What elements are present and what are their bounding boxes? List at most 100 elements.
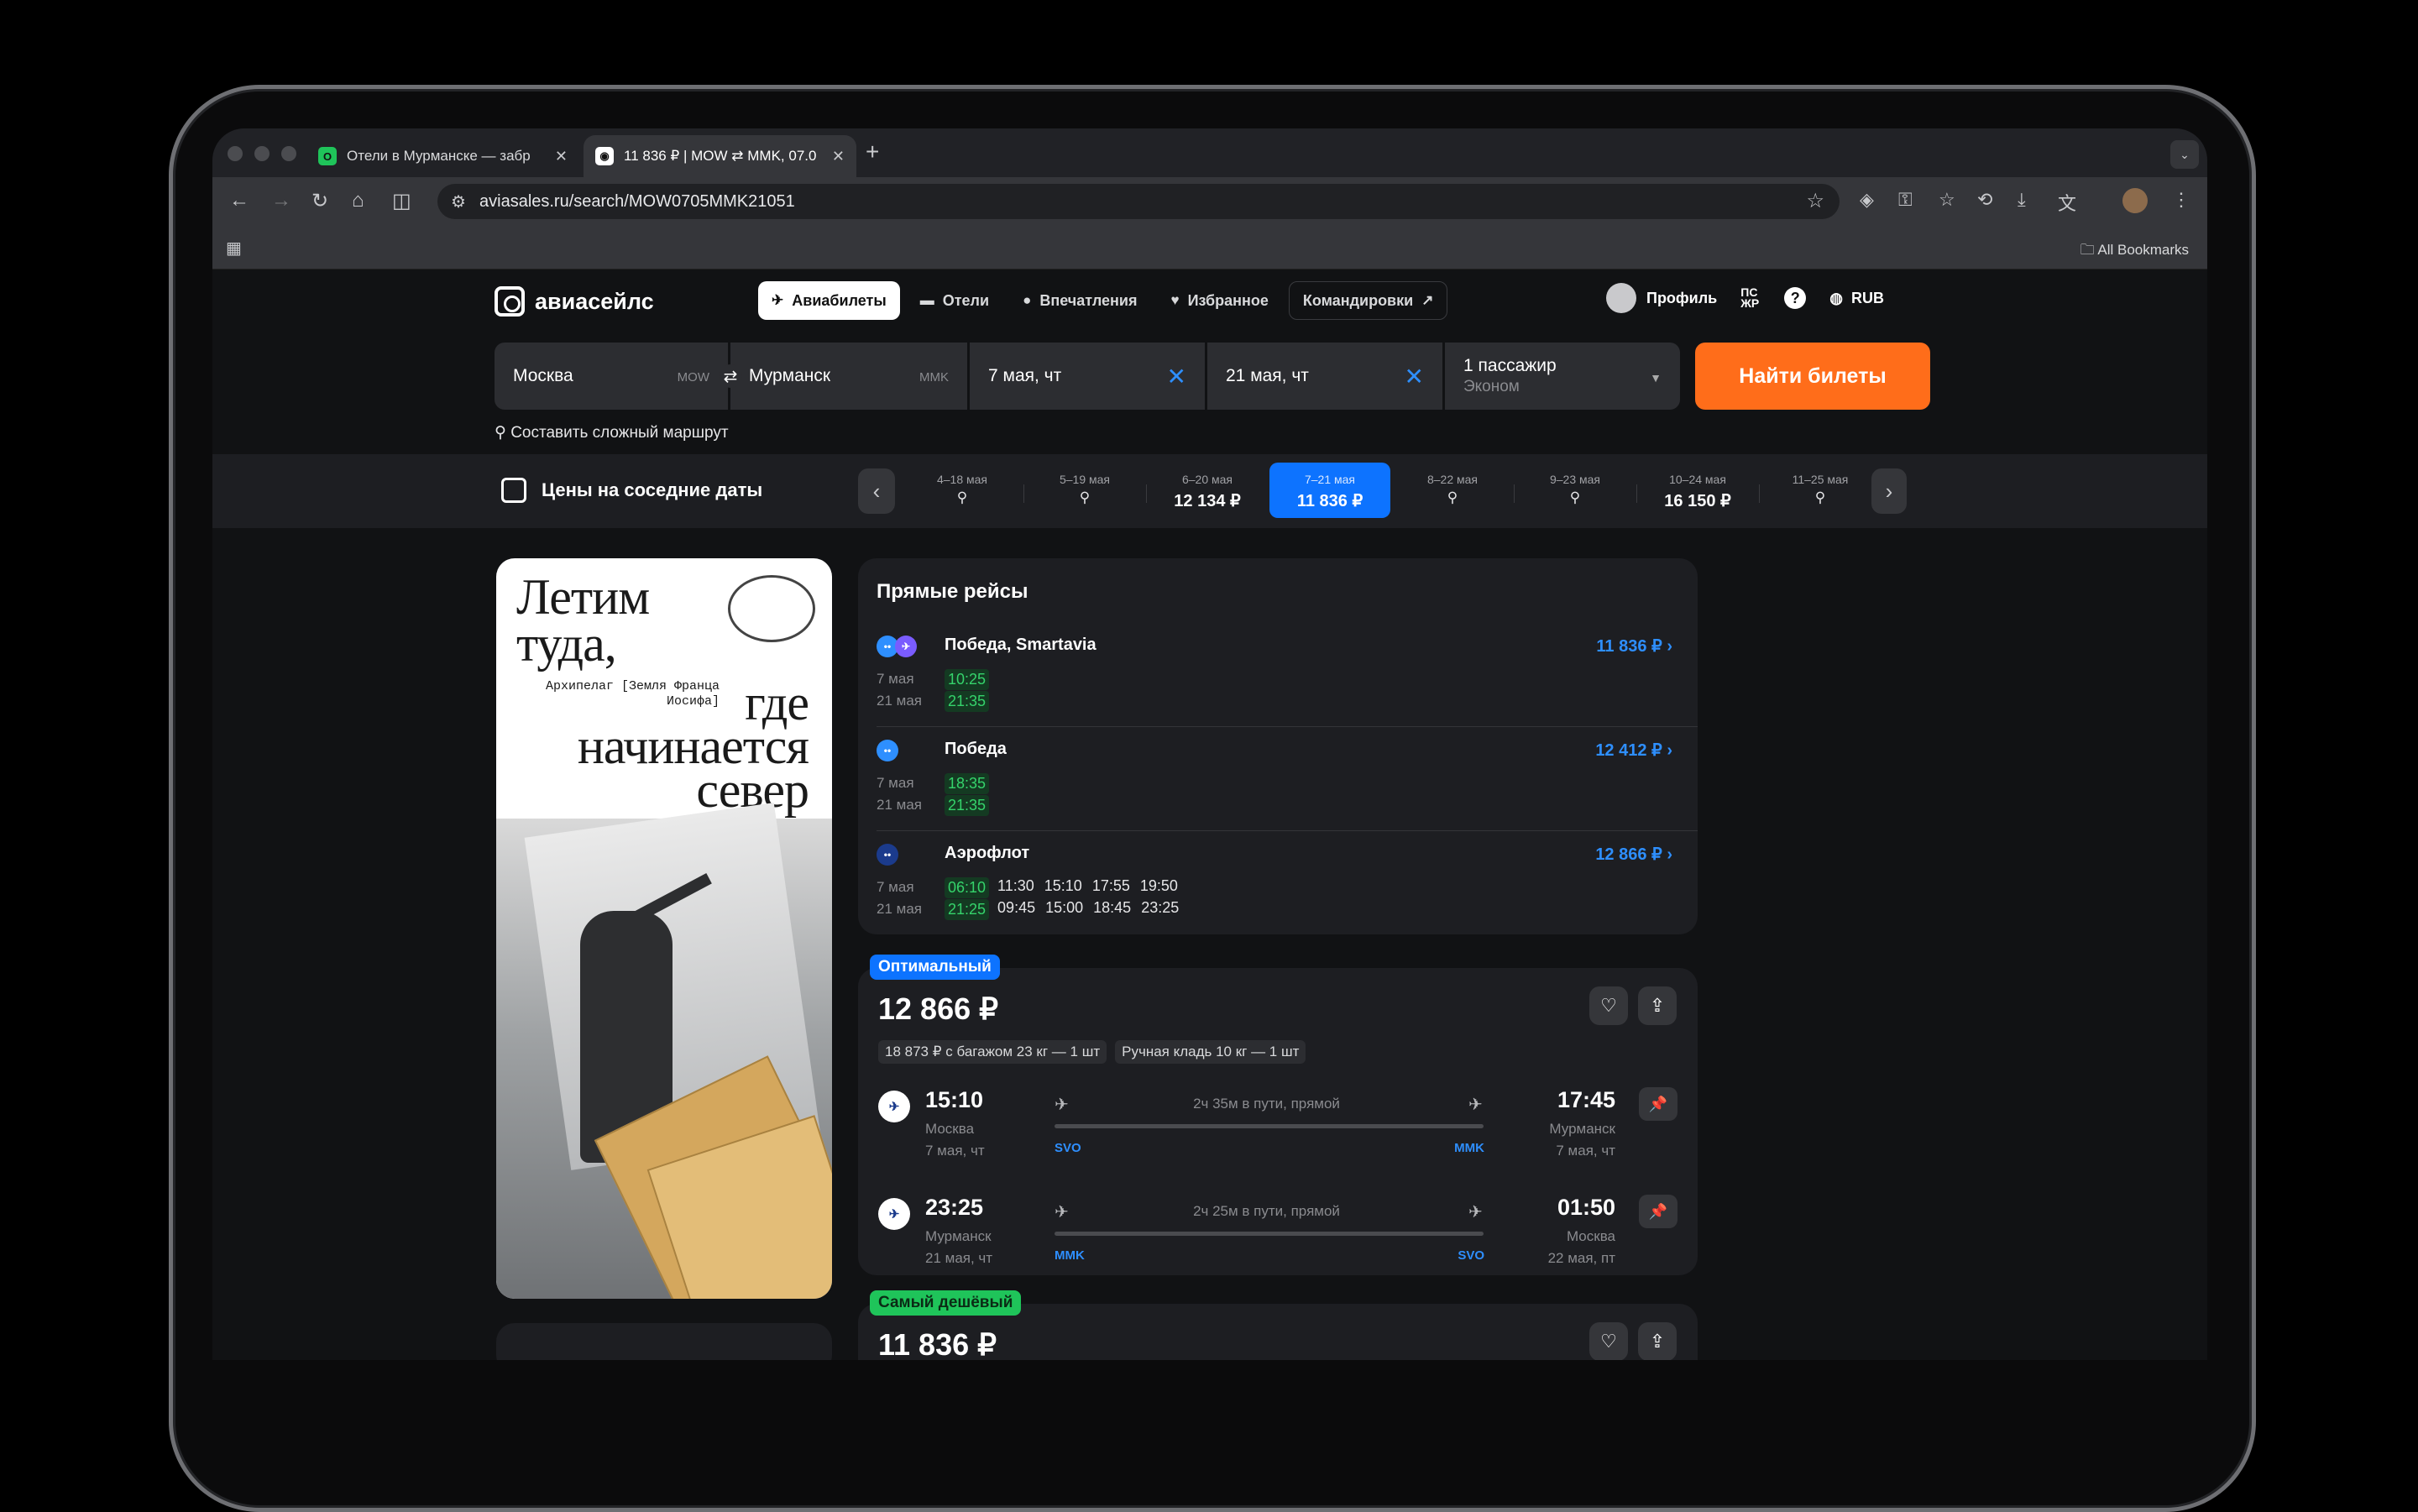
passengers-field[interactable]: 1 пассажир Эконом ▼ bbox=[1445, 343, 1680, 410]
browser-menu-icon[interactable]: ⋮ bbox=[2172, 189, 2190, 211]
bookmarks-icon[interactable]: ☆ bbox=[1939, 189, 1955, 211]
pin-icon[interactable]: 📌 bbox=[1639, 1087, 1677, 1121]
menu-flights[interactable]: ✈ Авиабилеты bbox=[758, 281, 900, 320]
date-option[interactable]: 4–18 мая ⚲ bbox=[902, 463, 1023, 518]
time-option[interactable]: 15:10 bbox=[1044, 877, 1082, 898]
translate-icon[interactable]: 文 bbox=[2058, 189, 2076, 216]
favorite-heart-icon[interactable]: ♡ bbox=[1589, 986, 1628, 1025]
promo-banner[interactable]: Летим туда, Архипелаг [Земля Франца Иоси… bbox=[496, 558, 832, 1299]
direct-price: 11 836 ₽ bbox=[1596, 637, 1662, 656]
browser-tab-flights[interactable]: ◉ 11 836 ₽ | MOW ⇄ MMK, 07.0 ✕ bbox=[584, 135, 856, 177]
all-bookmarks[interactable]: 🗀 All Bookmarks bbox=[2080, 239, 2189, 264]
forward-icon[interactable]: → bbox=[271, 189, 291, 212]
destination-field[interactable]: Мурманск MMK bbox=[730, 343, 967, 410]
site-settings-icon[interactable]: ⚙ bbox=[451, 191, 466, 212]
time-option[interactable]: 18:35 bbox=[945, 773, 990, 794]
time-option[interactable]: 06:10 bbox=[945, 877, 990, 898]
return-date-field[interactable]: 21 мая, чт ✕ bbox=[1207, 343, 1442, 410]
arrival-city: Мурманск bbox=[1549, 1121, 1615, 1137]
reading-mode-icon[interactable]: ◫ bbox=[392, 189, 411, 213]
airline-logos: •• bbox=[877, 740, 898, 761]
time-option[interactable]: 19:50 bbox=[1140, 877, 1178, 898]
password-key-icon[interactable]: ⚿ bbox=[1898, 189, 1913, 211]
share-icon[interactable]: ⇪ bbox=[1638, 986, 1677, 1025]
close-tab-icon[interactable]: ✕ bbox=[832, 148, 845, 165]
swap-icon[interactable]: ⇄ bbox=[719, 364, 742, 388]
direct-flight-row[interactable]: •• Аэрофлот 12 866 ₽ › 7 мая 21 мая 06:10 11:3… bbox=[858, 830, 1698, 934]
time-option[interactable]: 21:25 bbox=[945, 899, 990, 920]
zoom-window-dot[interactable] bbox=[281, 146, 296, 161]
time-option[interactable]: 10:25 bbox=[945, 669, 990, 690]
site-logo[interactable]: авиасейлс bbox=[495, 286, 654, 317]
menu-hotels[interactable]: ▬ Отели bbox=[907, 281, 1002, 320]
time-option[interactable]: 21:35 bbox=[945, 691, 990, 712]
direct-flight-row[interactable]: •• Победа 12 412 ₽ › 7 мая 21 мая 18:35 21:35 bbox=[858, 726, 1698, 830]
date-price: 12 134 ₽ bbox=[1174, 492, 1241, 510]
clear-depart-icon[interactable]: ✕ bbox=[1167, 363, 1186, 390]
time-option[interactable]: 09:45 bbox=[997, 899, 1035, 920]
favorite-heart-icon[interactable]: ♡ bbox=[1589, 1322, 1628, 1360]
window-controls[interactable] bbox=[228, 146, 296, 161]
share-icon[interactable]: ⇪ bbox=[1638, 1322, 1677, 1360]
date-range: 8–22 мая bbox=[1426, 473, 1479, 486]
menu-experiences[interactable]: ● Впечатления bbox=[1009, 281, 1150, 320]
pin-icon[interactable]: 📌 bbox=[1639, 1195, 1677, 1228]
help-icon[interactable]: ? bbox=[1784, 287, 1807, 309]
date-option[interactable]: 7–21 мая 11 836 ₽ bbox=[1269, 463, 1390, 518]
date-option[interactable]: 10–24 мая 16 150 ₽ bbox=[1637, 463, 1758, 518]
date-option[interactable]: 6–20 мая 12 134 ₽ bbox=[1147, 463, 1268, 518]
incognito-icon[interactable]: ◈ bbox=[1860, 189, 1874, 211]
browser-avatar[interactable] bbox=[2122, 188, 2148, 213]
menu-business-trips[interactable]: Командировки ↗ bbox=[1288, 281, 1448, 320]
direct-flights-panel: Прямые рейсы •• ✈ Победа, Smartavia 11 836 … bbox=[858, 558, 1698, 934]
browser-tab-hotels[interactable]: O Отели в Мурманске — забр ✕ bbox=[306, 135, 579, 177]
psjr-icon[interactable]: ПС ЖР bbox=[1740, 286, 1761, 309]
clear-return-icon[interactable]: ✕ bbox=[1405, 363, 1424, 390]
depart-date-field[interactable]: 7 мая, чт ✕ bbox=[970, 343, 1205, 410]
time-option[interactable]: 11:30 bbox=[997, 877, 1034, 898]
time-option[interactable]: 18:45 bbox=[1093, 899, 1131, 920]
close-tab-icon[interactable]: ✕ bbox=[555, 148, 568, 165]
history-icon[interactable]: ⟲ bbox=[1977, 189, 1992, 211]
currency-selector[interactable]: ◍ RUB bbox=[1829, 290, 1884, 307]
date-option[interactable]: 9–23 мая ⚲ bbox=[1515, 463, 1636, 518]
direct-price-link[interactable]: 11 836 ₽ › bbox=[1596, 636, 1672, 657]
arrival-date: 7 мая, чт bbox=[1556, 1143, 1615, 1159]
bookmark-star-icon[interactable]: ☆ bbox=[1806, 189, 1824, 213]
direct-flight-row[interactable]: •• ✈ Победа, Smartavia 11 836 ₽ › 7 мая 21 ма… bbox=[858, 622, 1698, 726]
banner-photo bbox=[496, 803, 832, 1299]
direct-price-link[interactable]: 12 866 ₽ › bbox=[1595, 844, 1672, 865]
minimize-window-dot[interactable] bbox=[254, 146, 270, 161]
prev-dates-button[interactable]: ‹ bbox=[858, 468, 895, 514]
ticket-card[interactable]: Оптимальный 12 866 ₽ ♡ ⇪ 18 873 ₽ с бага… bbox=[858, 955, 1698, 1275]
download-icon[interactable]: ⤓ bbox=[2018, 189, 2026, 211]
close-window-dot[interactable] bbox=[228, 146, 243, 161]
home-icon[interactable]: ⌂ bbox=[352, 189, 364, 212]
menu-favorites[interactable]: ♥ Избранное bbox=[1157, 281, 1281, 320]
depart-value: 7 мая, чт bbox=[988, 366, 1062, 385]
tab-search-chevron-icon[interactable]: ⌄ bbox=[2170, 140, 2199, 169]
reload-icon[interactable]: ↻ bbox=[311, 189, 328, 213]
airline-name: Победа bbox=[945, 740, 1007, 758]
time-option[interactable]: 23:25 bbox=[1141, 899, 1179, 920]
time-option[interactable]: 21:35 bbox=[945, 795, 990, 816]
date-option[interactable]: 8–22 мая ⚲ bbox=[1392, 463, 1513, 518]
date-option[interactable]: 11–25 мая ⚲ bbox=[1760, 463, 1881, 518]
apps-grid-icon[interactable]: ▦ bbox=[226, 238, 242, 259]
ticket-card-cheapest[interactable]: Самый дешёвый 11 836 ₽ ♡ ⇪ bbox=[858, 1290, 1698, 1360]
next-dates-button[interactable]: › bbox=[1871, 468, 1907, 514]
direct-price-link[interactable]: 12 412 ₽ › bbox=[1595, 740, 1672, 761]
date-option[interactable]: 5–19 мая ⚲ bbox=[1024, 463, 1145, 518]
arrow-up-right-icon: ↗ bbox=[1421, 292, 1434, 308]
time-option[interactable]: 17:55 bbox=[1092, 877, 1130, 898]
date-range: 10–24 мая bbox=[1669, 473, 1726, 486]
profile-link[interactable]: Профиль bbox=[1606, 283, 1717, 313]
back-icon[interactable]: ← bbox=[229, 189, 249, 212]
new-tab-icon[interactable]: + bbox=[866, 139, 879, 165]
time-option[interactable]: 15:00 bbox=[1045, 899, 1083, 920]
address-bar[interactable]: ⚙ aviasales.ru/search/MOW0705MMK21051 ☆ bbox=[437, 184, 1840, 219]
find-tickets-button[interactable]: Найти билеты bbox=[1695, 343, 1930, 410]
origin-field[interactable]: Москва MOW ⇄ bbox=[495, 343, 742, 410]
baggage-chip[interactable]: 18 873 ₽ с багажом 23 кг — 1 шт bbox=[878, 1040, 1107, 1064]
complex-route-link[interactable]: ⚲ Составить сложный маршрут bbox=[495, 423, 729, 442]
